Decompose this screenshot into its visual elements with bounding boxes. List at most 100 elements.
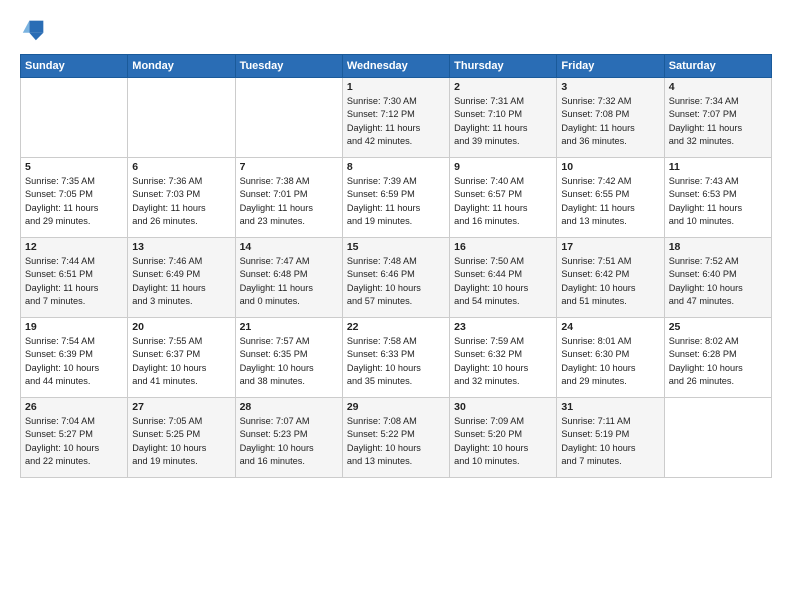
day-header-sunday: Sunday	[21, 55, 128, 78]
calendar-cell: 18Sunrise: 7:52 AM Sunset: 6:40 PM Dayli…	[664, 238, 771, 318]
day-header-wednesday: Wednesday	[342, 55, 449, 78]
calendar-cell: 3 Sunrise: 7:32 AM Sunset: 7:08 PM Daylig…	[557, 78, 664, 158]
day-info: Sunrise: 7:54 AM Sunset: 6:39 PM Dayligh…	[25, 335, 123, 388]
week-row-4: 19 Sunrise: 7:54 AM Sunset: 6:39 PM Dayli…	[21, 318, 772, 398]
calendar-cell: 23 Sunrise: 7:59 AM Sunset: 6:32 PM Dayli…	[450, 318, 557, 398]
day-number: 1	[347, 81, 445, 93]
day-number: 10	[561, 161, 659, 173]
day-number: 15	[347, 241, 445, 253]
day-number: 12	[25, 241, 123, 253]
day-info: Sunrise: 7:35 AM Sunset: 7:05 PM Dayligh…	[25, 175, 123, 228]
day-info: Sunrise: 7:57 AM Sunset: 6:35 PM Dayligh…	[240, 335, 338, 388]
day-info: Sunrise: 7:09 AM Sunset: 5:20 PM Dayligh…	[454, 415, 552, 468]
day-info: Sunrise: 7:36 AM Sunset: 7:03 PM Dayligh…	[132, 175, 230, 228]
calendar-cell	[128, 78, 235, 158]
calendar-cell: 24 Sunrise: 8:01 AM Sunset: 6:30 PM Dayli…	[557, 318, 664, 398]
day-info: Sunrise: 7:43 AM Sunset: 6:53 PM Dayligh…	[669, 175, 767, 228]
day-number: 2	[454, 81, 552, 93]
day-header-thursday: Thursday	[450, 55, 557, 78]
header	[20, 16, 772, 44]
day-number: 28	[240, 401, 338, 413]
calendar-cell: 10 Sunrise: 7:42 AM Sunset: 6:55 PM Dayli…	[557, 158, 664, 238]
day-number: 13	[132, 241, 230, 253]
calendar-cell: 4Sunrise: 7:34 AM Sunset: 7:07 PM Daylig…	[664, 78, 771, 158]
calendar-cell: 14Sunrise: 7:47 AM Sunset: 6:48 PM Dayli…	[235, 238, 342, 318]
day-info: Sunrise: 7:08 AM Sunset: 5:22 PM Dayligh…	[347, 415, 445, 468]
calendar-cell: 21 Sunrise: 7:57 AM Sunset: 6:35 PM Dayli…	[235, 318, 342, 398]
week-row-2: 5 Sunrise: 7:35 AM Sunset: 7:05 PM Daylig…	[21, 158, 772, 238]
calendar-cell: 28 Sunrise: 7:07 AM Sunset: 5:23 PM Dayli…	[235, 398, 342, 478]
day-info: Sunrise: 7:51 AM Sunset: 6:42 PM Dayligh…	[561, 255, 659, 308]
day-number: 16	[454, 241, 552, 253]
calendar-cell: 11 Sunrise: 7:43 AM Sunset: 6:53 PM Dayli…	[664, 158, 771, 238]
calendar-cell: 15 Sunrise: 7:48 AM Sunset: 6:46 PM Dayli…	[342, 238, 449, 318]
logo-icon	[20, 16, 48, 44]
day-info: Sunrise: 7:07 AM Sunset: 5:23 PM Dayligh…	[240, 415, 338, 468]
calendar-cell: 12 Sunrise: 7:44 AM Sunset: 6:51 PM Dayli…	[21, 238, 128, 318]
day-number: 5	[25, 161, 123, 173]
day-number: 18	[669, 241, 767, 253]
calendar-cell: 17 Sunrise: 7:51 AM Sunset: 6:42 PM Dayli…	[557, 238, 664, 318]
day-info: Sunrise: 7:04 AM Sunset: 5:27 PM Dayligh…	[25, 415, 123, 468]
calendar-cell: 5 Sunrise: 7:35 AM Sunset: 7:05 PM Daylig…	[21, 158, 128, 238]
day-number: 19	[25, 321, 123, 333]
calendar-cell: 13 Sunrise: 7:46 AM Sunset: 6:49 PM Dayli…	[128, 238, 235, 318]
day-number: 9	[454, 161, 552, 173]
day-info: Sunrise: 7:55 AM Sunset: 6:37 PM Dayligh…	[132, 335, 230, 388]
day-number: 21	[240, 321, 338, 333]
week-row-5: 26 Sunrise: 7:04 AM Sunset: 5:27 PM Dayli…	[21, 398, 772, 478]
calendar-cell: 1 Sunrise: 7:30 AM Sunset: 7:12 PM Daylig…	[342, 78, 449, 158]
day-info: Sunrise: 7:44 AM Sunset: 6:51 PM Dayligh…	[25, 255, 123, 308]
day-info: Sunrise: 7:47 AM Sunset: 6:48 PM Dayligh…	[240, 255, 338, 308]
day-info: Sunrise: 7:50 AM Sunset: 6:44 PM Dayligh…	[454, 255, 552, 308]
calendar-table: SundayMondayTuesdayWednesdayThursdayFrid…	[20, 54, 772, 478]
calendar-cell: 2 Sunrise: 7:31 AM Sunset: 7:10 PM Daylig…	[450, 78, 557, 158]
day-info: Sunrise: 8:01 AM Sunset: 6:30 PM Dayligh…	[561, 335, 659, 388]
day-info: Sunrise: 7:11 AM Sunset: 5:19 PM Dayligh…	[561, 415, 659, 468]
day-number: 20	[132, 321, 230, 333]
calendar-container: SundayMondayTuesdayWednesdayThursdayFrid…	[0, 0, 792, 488]
day-info: Sunrise: 7:30 AM Sunset: 7:12 PM Dayligh…	[347, 95, 445, 148]
day-number: 25	[669, 321, 767, 333]
day-number: 6	[132, 161, 230, 173]
calendar-cell: 7 Sunrise: 7:38 AM Sunset: 7:01 PM Daylig…	[235, 158, 342, 238]
day-number: 7	[240, 161, 338, 173]
day-number: 27	[132, 401, 230, 413]
day-number: 4	[669, 81, 767, 93]
day-info: Sunrise: 7:31 AM Sunset: 7:10 PM Dayligh…	[454, 95, 552, 148]
calendar-cell: 20 Sunrise: 7:55 AM Sunset: 6:37 PM Dayli…	[128, 318, 235, 398]
day-number: 3	[561, 81, 659, 93]
day-number: 17	[561, 241, 659, 253]
calendar-cell: 16 Sunrise: 7:50 AM Sunset: 6:44 PM Dayli…	[450, 238, 557, 318]
day-info: Sunrise: 7:32 AM Sunset: 7:08 PM Dayligh…	[561, 95, 659, 148]
day-info: Sunrise: 7:42 AM Sunset: 6:55 PM Dayligh…	[561, 175, 659, 228]
day-info: Sunrise: 7:48 AM Sunset: 6:46 PM Dayligh…	[347, 255, 445, 308]
day-number: 23	[454, 321, 552, 333]
calendar-cell: 29 Sunrise: 7:08 AM Sunset: 5:22 PM Dayli…	[342, 398, 449, 478]
day-info: Sunrise: 8:02 AM Sunset: 6:28 PM Dayligh…	[669, 335, 767, 388]
day-number: 31	[561, 401, 659, 413]
day-info: Sunrise: 7:39 AM Sunset: 6:59 PM Dayligh…	[347, 175, 445, 228]
day-info: Sunrise: 7:46 AM Sunset: 6:49 PM Dayligh…	[132, 255, 230, 308]
day-number: 29	[347, 401, 445, 413]
day-number: 22	[347, 321, 445, 333]
week-row-3: 12 Sunrise: 7:44 AM Sunset: 6:51 PM Dayli…	[21, 238, 772, 318]
calendar-cell: 31 Sunrise: 7:11 AM Sunset: 5:19 PM Dayli…	[557, 398, 664, 478]
day-number: 24	[561, 321, 659, 333]
day-info: Sunrise: 7:38 AM Sunset: 7:01 PM Dayligh…	[240, 175, 338, 228]
calendar-cell	[235, 78, 342, 158]
calendar-cell: 25 Sunrise: 8:02 AM Sunset: 6:28 PM Dayli…	[664, 318, 771, 398]
day-number: 26	[25, 401, 123, 413]
day-header-monday: Monday	[128, 55, 235, 78]
calendar-cell	[21, 78, 128, 158]
day-info: Sunrise: 7:05 AM Sunset: 5:25 PM Dayligh…	[132, 415, 230, 468]
day-header-row: SundayMondayTuesdayWednesdayThursdayFrid…	[21, 55, 772, 78]
day-info: Sunrise: 7:59 AM Sunset: 6:32 PM Dayligh…	[454, 335, 552, 388]
day-header-saturday: Saturday	[664, 55, 771, 78]
calendar-cell	[664, 398, 771, 478]
calendar-cell: 30Sunrise: 7:09 AM Sunset: 5:20 PM Dayli…	[450, 398, 557, 478]
day-info: Sunrise: 7:40 AM Sunset: 6:57 PM Dayligh…	[454, 175, 552, 228]
calendar-cell: 8Sunrise: 7:39 AM Sunset: 6:59 PM Daylig…	[342, 158, 449, 238]
calendar-cell: 9 Sunrise: 7:40 AM Sunset: 6:57 PM Daylig…	[450, 158, 557, 238]
day-number: 11	[669, 161, 767, 173]
